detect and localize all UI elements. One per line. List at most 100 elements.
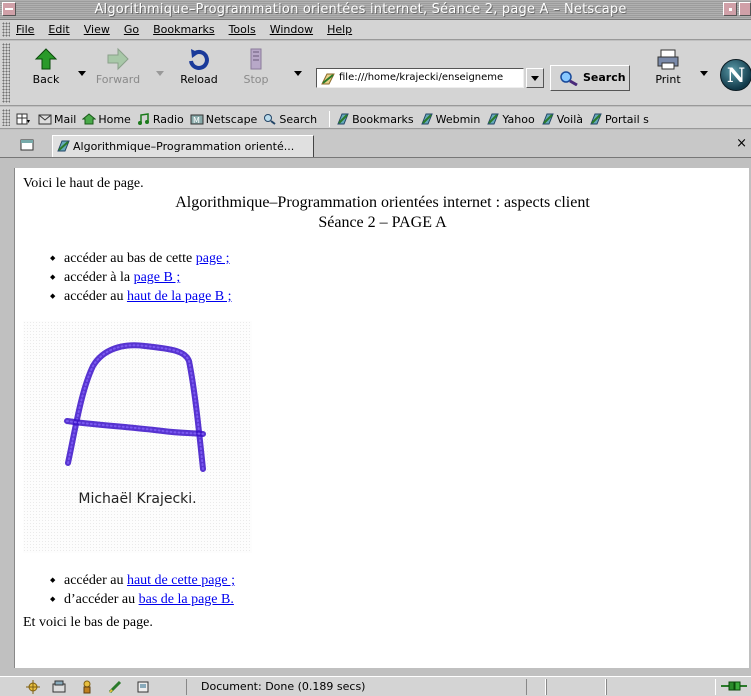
back-button[interactable]: Back xyxy=(26,47,66,86)
personal-item-webmin[interactable]: Webmin xyxy=(420,113,480,126)
tab-bar: Algorithmique–Programmation orienté... × xyxy=(0,130,751,158)
nav-links-bottom: accéder au haut de cette page ; d’accéde… xyxy=(50,571,235,609)
personal-item-bookmarks[interactable]: Bookmarks xyxy=(336,113,414,126)
window-title: Algorithmique–Programmation orientées in… xyxy=(94,2,627,17)
online-connection-icon[interactable] xyxy=(721,680,747,692)
stop-icon xyxy=(244,47,268,71)
personal-item-yahoo[interactable]: Yahoo xyxy=(486,113,535,126)
menu-window[interactable]: Window xyxy=(270,23,313,36)
status-text: Document: Done (0.189 secs) xyxy=(186,679,526,695)
netscape-mail-icon: M xyxy=(190,114,204,125)
window-menu-button[interactable] xyxy=(2,2,16,16)
reload-label: Reload xyxy=(180,73,218,86)
print-button[interactable]: Print xyxy=(652,47,684,86)
stop-button[interactable]: Stop xyxy=(238,47,274,86)
url-history-dropdown[interactable] xyxy=(526,68,544,88)
list-item: accéder au bas de cette page ; xyxy=(50,249,232,268)
navigation-toolbar: Back Forward Reload Stop file:///home/kr… xyxy=(0,41,751,106)
menu-tools[interactable]: Tools xyxy=(229,23,256,36)
personal-toolbar: Mail Home Radio M Netscape Search Bookma… xyxy=(0,107,751,129)
menu-file[interactable]: File xyxy=(16,23,34,36)
composer-icon[interactable] xyxy=(108,680,122,694)
page-subheading: Séance 2 – PAGE A xyxy=(318,214,447,231)
window-title-bar[interactable]: Algorithmique–Programmation orientées in… xyxy=(0,0,751,20)
personal-item-voila[interactable]: Voilà xyxy=(541,113,583,126)
minimize-button[interactable] xyxy=(723,2,737,16)
toolbar-grip[interactable] xyxy=(2,43,10,103)
toolbar-grip[interactable] xyxy=(2,109,10,126)
toolbar-separator xyxy=(329,111,331,127)
search-button[interactable]: Search xyxy=(550,65,630,91)
close-tab-icon[interactable]: × xyxy=(736,136,747,151)
mail-icon[interactable] xyxy=(52,680,66,694)
link-page-b[interactable]: page B ; xyxy=(134,270,181,285)
forward-label: Forward xyxy=(95,73,141,86)
personal-item-search[interactable]: Search xyxy=(263,113,317,126)
reload-icon xyxy=(187,47,211,71)
mail-icon xyxy=(38,114,52,125)
status-cell xyxy=(526,679,546,695)
menu-bar: File Edit View Go Bookmarks Tools Window… xyxy=(0,20,751,40)
image-caption: Michaël Krajecki. xyxy=(78,491,197,507)
page-heading: Algorithmique–Programmation orientées in… xyxy=(175,194,590,211)
maximize-button[interactable] xyxy=(739,2,751,16)
page-bottom-text: Et voici le bas de page. xyxy=(23,615,153,630)
svg-text:M: M xyxy=(193,116,200,125)
personal-item-portail[interactable]: Portail s xyxy=(589,113,649,126)
forward-button[interactable]: Forward xyxy=(92,47,144,86)
list-item: accéder au haut de la page B ; xyxy=(50,287,232,306)
menu-help[interactable]: Help xyxy=(327,23,352,36)
toolbar-menu-icon[interactable] xyxy=(16,113,32,125)
search-label: Search xyxy=(583,71,626,84)
stop-label: Stop xyxy=(243,73,269,86)
back-arrow-icon xyxy=(34,47,58,71)
bookmark-link-icon xyxy=(541,113,554,125)
print-label: Print xyxy=(655,73,681,86)
radio-icon xyxy=(137,113,149,125)
menu-edit[interactable]: Edit xyxy=(48,23,69,36)
personal-item-radio[interactable]: Radio xyxy=(137,113,184,126)
tab-current-page[interactable]: Algorithmique–Programmation orienté... xyxy=(52,135,314,157)
reload-button[interactable]: Reload xyxy=(174,47,224,86)
link-bas-page[interactable]: page ; xyxy=(196,251,230,266)
page-icon xyxy=(57,140,70,152)
link-bas-page-b[interactable]: bas de la page B. xyxy=(139,592,234,607)
magnifier-icon xyxy=(264,114,276,125)
list-item: d’accéder au bas de la page B. xyxy=(50,590,235,609)
menu-go[interactable]: Go xyxy=(124,23,139,36)
instant-messenger-icon[interactable] xyxy=(80,680,94,694)
page-proxy-icon[interactable] xyxy=(321,72,335,85)
search-icon xyxy=(560,71,578,86)
url-text: file:///home/krajecki/enseigneme xyxy=(339,72,504,83)
back-label: Back xyxy=(32,73,60,86)
link-haut-page[interactable]: haut de cette page ; xyxy=(127,573,235,588)
list-item: accéder à la page B ; xyxy=(50,268,232,287)
go-dropdown[interactable] xyxy=(294,71,302,76)
bookmarks-icon xyxy=(337,113,349,125)
bookmark-link-icon xyxy=(420,113,433,125)
toolbar-grip[interactable] xyxy=(2,22,10,37)
print-icon xyxy=(656,47,680,71)
forward-history-dropdown[interactable] xyxy=(156,71,164,76)
forward-arrow-icon xyxy=(106,47,130,71)
new-tab-icon[interactable] xyxy=(20,138,34,152)
navigator-icon[interactable] xyxy=(26,680,40,694)
security-cell xyxy=(606,679,716,695)
address-book-icon[interactable] xyxy=(136,680,150,694)
back-history-dropdown[interactable] xyxy=(78,71,86,76)
status-bar: Document: Done (0.189 secs) xyxy=(0,676,751,696)
signature-image: Michaël Krajecki. xyxy=(23,321,252,553)
print-dropdown[interactable] xyxy=(700,71,708,76)
bookmark-link-icon xyxy=(487,113,500,125)
personal-item-mail[interactable]: Mail xyxy=(38,113,76,126)
menu-view[interactable]: View xyxy=(84,23,110,36)
tab-label: Algorithmique–Programmation orienté... xyxy=(73,140,295,153)
menu-bookmarks[interactable]: Bookmarks xyxy=(153,23,214,36)
page-content: Voici le haut de page. Algorithmique–Pro… xyxy=(14,168,749,668)
personal-item-netscape[interactable]: M Netscape xyxy=(190,113,257,126)
list-item: accéder au haut de cette page ; xyxy=(50,571,235,590)
netscape-logo-icon[interactable]: N xyxy=(720,59,751,91)
link-haut-page-b[interactable]: haut de la page B ; xyxy=(127,289,232,304)
url-field[interactable]: file:///home/krajecki/enseigneme xyxy=(316,68,524,88)
personal-item-home[interactable]: Home xyxy=(82,113,131,126)
